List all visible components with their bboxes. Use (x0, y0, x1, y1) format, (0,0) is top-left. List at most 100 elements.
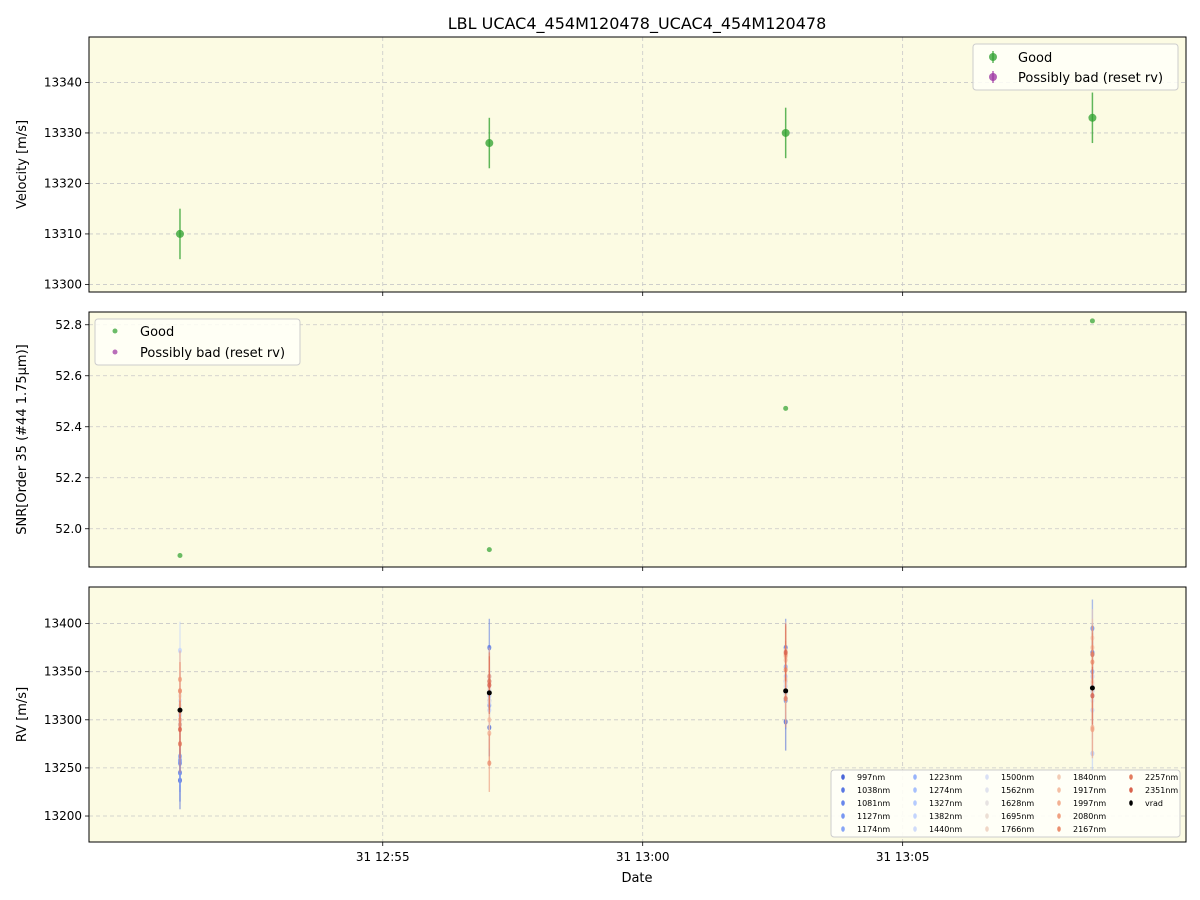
y-tick-label: 13320 (44, 176, 82, 190)
panel-rv: 31 12:55 31 13:00 31 13:05 13200 13250 13300 1… (15, 586, 1187, 864)
legend-marker (913, 813, 917, 819)
legend-marker (1129, 774, 1133, 780)
legend-marker (841, 787, 845, 793)
chart-title: LBL UCAC4_454M120478_UCAC4_454M120478 (448, 14, 827, 34)
panel-velocity: 13300 13310 13320 13330 13340 Velocity [m/s] G… (15, 36, 1187, 296)
legend-marker (985, 826, 989, 832)
legend-label: Possibly bad (reset rv) (1018, 71, 1163, 86)
y-tick-label: 13330 (44, 126, 82, 140)
data-point (175, 229, 184, 238)
data-point (487, 682, 492, 688)
legend-label: 1274nm (929, 786, 962, 795)
data-point (486, 547, 492, 553)
legend-marker (989, 53, 997, 61)
data-point (486, 690, 492, 696)
data-point (177, 707, 183, 713)
figure: LBL UCAC4_454M120478_UCAC4_454M120478 Da… (15, 14, 1187, 886)
legend-marker (913, 774, 917, 780)
y-tick-label: 13340 (44, 75, 82, 89)
legend-label: 997nm (857, 773, 885, 782)
y-tick-label: 52.2 (55, 471, 82, 485)
legend-marker (1057, 813, 1061, 819)
legend-marker (913, 787, 917, 793)
x-axis-label: Date (621, 871, 652, 886)
legend-label: 1038nm (857, 786, 890, 795)
legend-marker (1057, 826, 1061, 832)
data-point (783, 695, 788, 702)
legend-marker (985, 774, 989, 780)
legend-label: 1382nm (929, 812, 962, 821)
legend-label: 2167nm (1073, 825, 1106, 834)
y-tick-label: 52.4 (55, 420, 82, 434)
data-point (1090, 651, 1095, 658)
data-point (783, 688, 789, 694)
legend: Good Possibly bad (reset rv) (972, 43, 1179, 91)
data-point (781, 128, 790, 137)
legend-marker (112, 328, 118, 334)
legend-marker (112, 349, 118, 355)
data-point (1090, 726, 1095, 733)
legend: Good Possibly bad (reset rv) (94, 318, 301, 366)
legend-label: 1695nm (1001, 812, 1034, 821)
data-point (1088, 113, 1097, 122)
data-point (487, 760, 492, 766)
data-point (485, 139, 494, 148)
legend-label: 1840nm (1073, 773, 1106, 782)
data-point (783, 405, 789, 411)
data-point (1089, 318, 1095, 324)
legend-label: 1174nm (857, 825, 890, 834)
y-tick-label: 13200 (44, 809, 82, 823)
legend-label: 1223nm (929, 773, 962, 782)
y-tick-label: 13300 (44, 277, 82, 291)
legend-label: 1562nm (1001, 786, 1034, 795)
legend-label: vrad (1145, 799, 1163, 808)
y-tick-label: 13300 (44, 713, 82, 727)
y-axis-label: RV [m/s] (15, 687, 30, 742)
x-tick-label: 31 12:55 (356, 850, 410, 864)
panel-snr: 52.0 52.2 52.4 52.6 52.8 SNR[Order 35 (#44 1.… (15, 311, 1187, 571)
legend-marker (1057, 787, 1061, 793)
data-point (1090, 692, 1095, 699)
legend-marker (913, 826, 917, 832)
legend-marker (1057, 800, 1061, 806)
y-tick-label: 52.0 (55, 522, 82, 536)
data-point (1089, 685, 1095, 691)
legend-marker (841, 774, 845, 780)
data-point (177, 553, 183, 559)
legend-marker (1057, 774, 1061, 780)
y-tick-label: 52.6 (55, 369, 82, 383)
legend: 997nm 1038nm 1081nm 1127nm 1174nm 1223nm 1274n… (830, 769, 1181, 838)
legend-marker (985, 813, 989, 819)
legend-marker (985, 787, 989, 793)
legend-marker (985, 800, 989, 806)
legend-marker (841, 800, 845, 806)
legend-marker (989, 73, 997, 81)
legend-label: 1127nm (857, 812, 890, 821)
legend-label: 1997nm (1073, 799, 1106, 808)
legend-label: 2351nm (1145, 786, 1178, 795)
legend-label: 1327nm (929, 799, 962, 808)
plot-layer: 13300 13310 13320 13330 13340 Velocity [m/s] G… (15, 36, 1187, 864)
data-point (177, 688, 182, 694)
legend-label: 1766nm (1001, 825, 1034, 834)
x-tick-label: 31 13:05 (876, 850, 930, 864)
x-tick-label: 31 13:00 (616, 850, 670, 864)
legend-marker (913, 800, 917, 806)
legend-marker (841, 813, 845, 819)
y-tick-label: 52.8 (55, 318, 82, 332)
y-tick-label: 13400 (44, 617, 82, 631)
legend-label: 2080nm (1073, 812, 1106, 821)
legend-label: Possibly bad (reset rv) (140, 346, 285, 361)
legend-marker (1129, 800, 1133, 806)
legend-label: 1440nm (929, 825, 962, 834)
y-tick-label: 13310 (44, 227, 82, 241)
legend-label: 1628nm (1001, 799, 1034, 808)
legend-label: Good (140, 325, 174, 340)
legend-marker (841, 826, 845, 832)
legend-label: 1081nm (857, 799, 890, 808)
y-axis-label: Velocity [m/s] (15, 120, 30, 209)
legend-label: Good (1018, 51, 1052, 66)
legend-label: 2257nm (1145, 773, 1178, 782)
y-tick-label: 13350 (44, 665, 82, 679)
y-axis-label: SNR[Order 35 (#44 1.75μm)] (15, 344, 30, 535)
